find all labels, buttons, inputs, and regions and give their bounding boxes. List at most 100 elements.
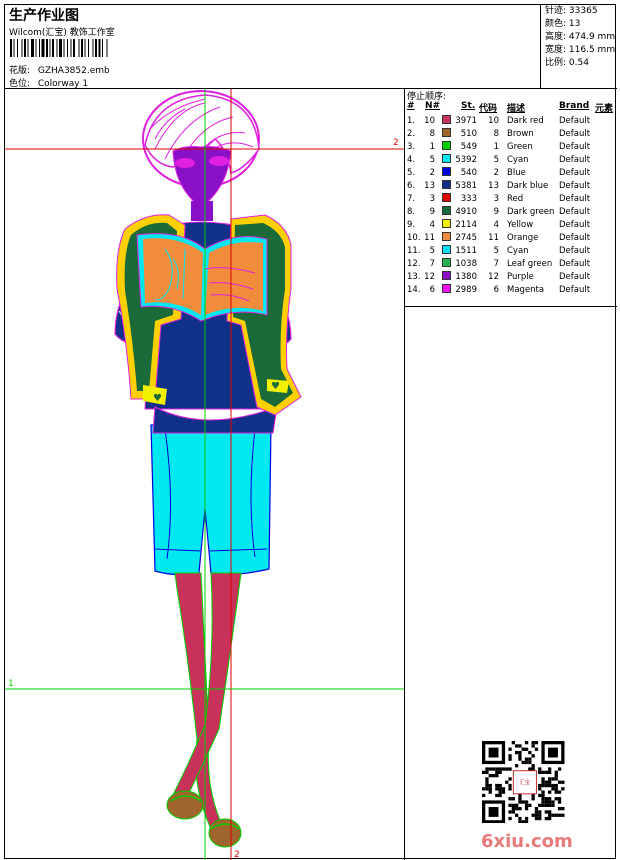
stat-label: 比例: [545,58,567,68]
row-needle: 13 [424,181,435,191]
row-needle: 5 [429,155,435,165]
row-needle: 8 [429,129,435,139]
row-index: 7. [407,194,416,204]
row-index: 2. [407,129,416,139]
guide-label-top: 2 [393,138,399,148]
row-description: Purple [507,272,534,282]
stat-value: 474.9 mm [568,32,616,42]
col-element: 元素 [595,104,614,114]
guide-label-left: 1 [8,679,14,689]
stat-value: 0.54 [568,58,589,68]
color-swatch [442,193,451,202]
row-description: Dark green [507,207,555,217]
stop-row[interactable]: 4. 5 5392 5 Cyan Default [407,154,617,167]
row-description: Yellow [507,220,534,230]
row-brand: Default [559,233,591,243]
stop-row[interactable]: 10. 11 2745 11 Orange Default [407,232,617,245]
row-description: Orange [507,233,539,243]
row-description: Red [507,194,524,204]
svg-text:♥: ♥ [271,381,280,392]
row-code: 13 [488,181,499,191]
row-stitches: 2745 [455,233,477,243]
row-stitches: 333 [460,194,477,204]
color-swatch [442,232,451,241]
stat-width: 宽度: 116.5 mm [545,44,617,57]
svg-text:♥: ♥ [153,393,162,404]
row-description: Cyan [507,155,529,165]
stop-sequence-header: # N# St. 代码 描述 Brand 元素 [407,101,617,114]
col-index: # [407,101,415,111]
row-stitches: 2114 [455,220,477,230]
row-index: 10. [407,233,421,243]
row-brand: Default [559,207,591,217]
stop-row[interactable]: 7. 3 333 3 Red Default [407,193,617,206]
row-code: 10 [488,116,499,126]
production-sheet: 生产作业图 Wilcom(汇宝) 教饰工作室 花版: GZHA3852.emb … [4,4,617,860]
color-swatch [442,141,451,150]
sheet-title: 生产作业图 [9,8,79,24]
row-needle: 2 [429,168,435,178]
row-stitches: 1380 [455,272,477,282]
color-swatch [442,180,451,189]
col-code: 代码 [479,104,498,114]
stop-row[interactable]: 2. 8 510 8 Brown Default [407,128,617,141]
row-index: 6. [407,181,416,191]
row-index: 3. [407,142,416,152]
stop-row[interactable]: 9. 4 2114 4 Yellow Default [407,219,617,232]
row-stitches: 3971 [455,116,477,126]
row-code: 2 [493,168,499,178]
sheet-header: 生产作业图 Wilcom(汇宝) 教饰工作室 花版: GZHA3852.emb … [5,5,617,89]
row-index: 4. [407,155,416,165]
row-index: 1. [407,116,416,126]
stop-row[interactable]: 8. 9 4910 9 Dark green Default [407,206,617,219]
design-file: GZHA3852.emb [37,66,110,76]
row-index: 8. [407,207,416,217]
design-label: 花版: [9,66,31,76]
color-swatch [442,219,451,228]
row-brand: Default [559,168,591,178]
row-code: 12 [488,272,499,282]
row-stitches: 540 [460,168,477,178]
colorway-row: 色位: Colorway 1 [9,76,88,89]
row-index: 11. [407,246,421,256]
row-stitches: 4910 [455,207,477,217]
row-description: Brown [507,129,534,139]
col-brand: Brand [559,101,590,111]
svg-text:汇宝: 汇宝 [520,779,530,786]
row-code: 5 [493,246,499,256]
company-name: Wilcom(汇宝) 教饰工作室 [9,28,115,38]
qr-code: 汇宝 [482,741,565,823]
row-brand: Default [559,259,591,269]
colorway-value: Colorway 1 [37,79,89,89]
stop-row[interactable]: 1. 10 3971 10 Dark red Default [407,115,617,128]
row-needle: 5 [429,246,435,256]
stop-row[interactable]: 11. 5 1511 5 Cyan Default [407,245,617,258]
stop-row[interactable]: 5. 2 540 2 Blue Default [407,167,617,180]
row-stitches: 1511 [455,246,477,256]
stat-scale: 比例: 0.54 [545,57,617,70]
row-code: 6 [493,285,499,295]
row-code: 5 [493,155,499,165]
stop-row[interactable]: 14. 6 2989 6 Magenta Default [407,284,617,297]
color-swatch [442,258,451,267]
row-stitches: 5381 [455,181,477,191]
stop-row[interactable]: 6. 13 5381 13 Dark blue Default [407,180,617,193]
row-brand: Default [559,220,591,230]
row-brand: Default [559,285,591,295]
design-canvas[interactable]: ♥ ♥ 2 2 1 [5,89,405,860]
stop-row[interactable]: 3. 1 549 1 Green Default [407,141,617,154]
design-row: 花版: GZHA3852.emb [9,63,110,76]
stop-row[interactable]: 13. 12 1380 12 Purple Default [407,271,617,284]
row-stitches: 510 [460,129,477,139]
row-index: 13. [407,272,421,282]
row-brand: Default [559,246,591,256]
col-needle: N# [425,101,441,111]
stat-stitches: 针迹: 33365 [545,5,617,18]
row-brand: Default [559,142,591,152]
stat-colors: 颜色: 13 [545,18,617,31]
row-description: Leaf green [507,259,553,269]
color-swatch [442,167,451,176]
row-needle: 3 [429,194,435,204]
row-code: 11 [488,233,499,243]
stop-row[interactable]: 12. 7 1038 7 Leaf green Default [407,258,617,271]
